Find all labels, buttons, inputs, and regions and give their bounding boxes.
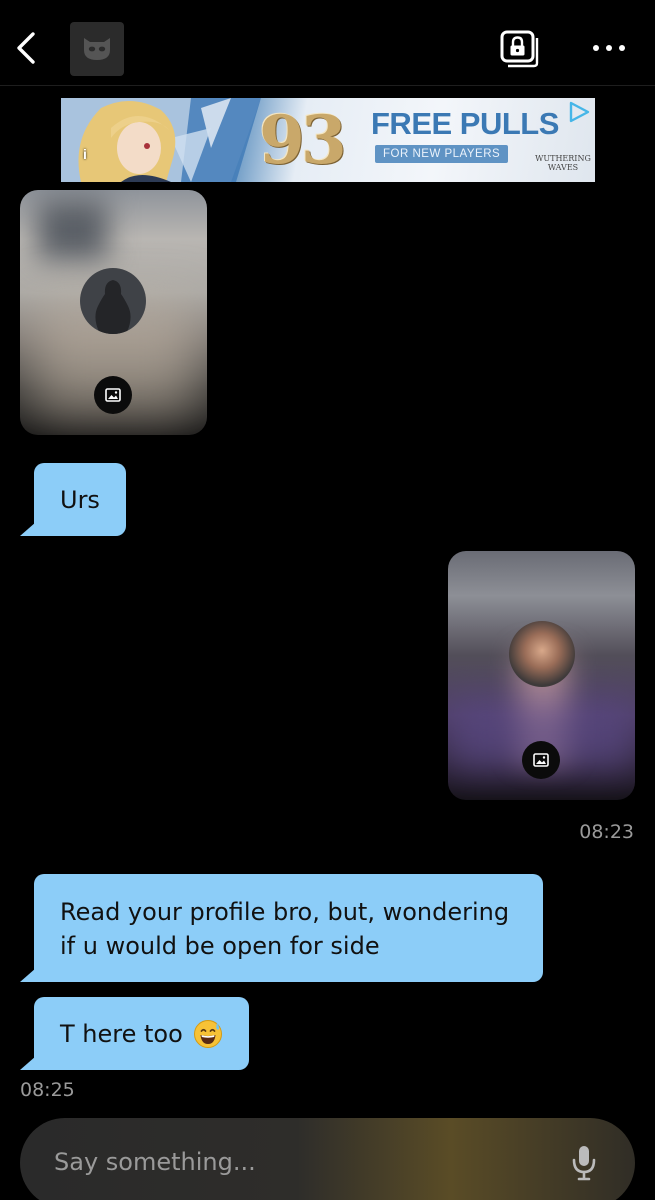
more-options-button[interactable]: [584, 30, 634, 66]
ad-headline: FREE PULLS: [371, 106, 559, 141]
microphone-icon: [572, 1146, 596, 1181]
photo-indicator: [94, 376, 132, 414]
voice-message-button[interactable]: [564, 1140, 604, 1186]
back-button[interactable]: [8, 26, 44, 70]
incoming-text-message[interactable]: Read your profile bro, but, wondering if…: [20, 874, 543, 982]
sender-photo-avatar: [509, 621, 575, 687]
ad-character-art: [61, 98, 261, 182]
person-silhouette-icon: [95, 280, 131, 334]
ad-info-icon[interactable]: i: [83, 146, 95, 162]
message-timestamp: 08:25: [20, 1079, 75, 1101]
message-composer: [20, 1118, 635, 1200]
private-album-button[interactable]: [496, 26, 544, 72]
image-icon: [105, 388, 121, 402]
image-icon: [533, 753, 549, 767]
message-input[interactable]: [54, 1142, 554, 1182]
message-timestamp: 08:23: [579, 821, 634, 843]
photo-indicator: [522, 741, 560, 779]
incoming-text-message[interactable]: T here too: [20, 997, 249, 1070]
chat-header: [0, 0, 655, 86]
ad-subline: FOR NEW PLAYERS: [375, 145, 509, 163]
chevron-left-icon: [17, 32, 35, 64]
message-text: Read your profile bro, but, wondering if…: [60, 898, 510, 960]
ad-banner[interactable]: i 93 FREE PULLS FOR NEW PLAYERS WUTHERIN…: [61, 98, 595, 182]
profile-avatar[interactable]: [70, 22, 124, 76]
ad-number: 93: [259, 101, 347, 179]
message-text: T here too: [60, 1019, 183, 1048]
ad-choices-icon[interactable]: [567, 100, 591, 124]
more-horizontal-icon: [593, 45, 625, 51]
ad-brand: WUTHERING WAVES: [535, 154, 591, 172]
message-text: Urs: [60, 485, 100, 514]
mask-icon: [84, 38, 110, 60]
incoming-text-message[interactable]: Urs: [20, 463, 126, 536]
outgoing-photo-message[interactable]: [448, 551, 635, 800]
private-album-icon: [500, 30, 539, 68]
incoming-photo-message[interactable]: [20, 190, 207, 435]
sender-silhouette-avatar: [80, 268, 146, 334]
grinning-sweat-emoji-icon: [193, 1019, 222, 1048]
